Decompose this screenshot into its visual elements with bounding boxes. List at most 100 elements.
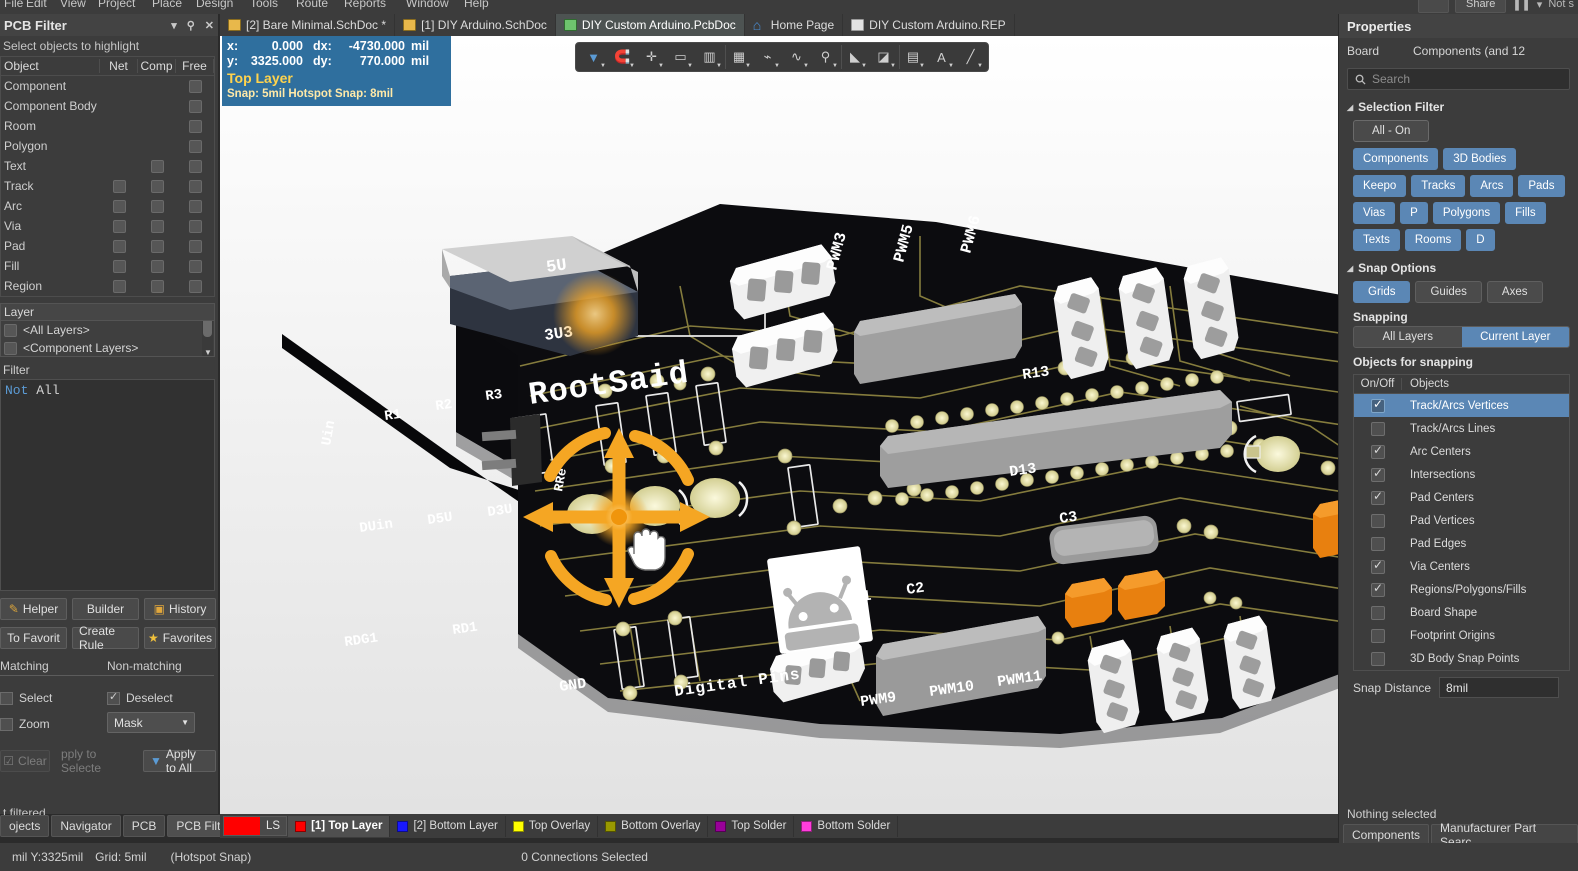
filter-free-cell[interactable] — [176, 220, 214, 233]
free-checkbox[interactable] — [189, 260, 202, 273]
layer-checkbox-all[interactable] — [4, 324, 17, 337]
scrollbar-thumb[interactable] — [203, 321, 212, 337]
snap-object-checkbox[interactable] — [1371, 560, 1385, 574]
filter-net-cell[interactable] — [100, 280, 138, 293]
free-checkbox[interactable] — [189, 180, 202, 193]
column-net[interactable]: Net — [100, 59, 138, 73]
selection-filter-pill[interactable]: Tracks — [1411, 175, 1465, 197]
selection-filter-section-header[interactable]: ◢ Selection Filter — [1339, 100, 1578, 114]
snap-object-checkbox[interactable] — [1371, 468, 1385, 482]
selection-filter-pill[interactable]: Fills — [1505, 202, 1545, 224]
free-checkbox[interactable] — [189, 100, 202, 113]
text-icon[interactable]: A▼ — [928, 45, 955, 69]
snap-object-toggle-cell[interactable] — [1354, 560, 1402, 574]
comp-checkbox[interactable] — [151, 200, 164, 213]
pin-icon[interactable]: ⚲ — [187, 19, 195, 32]
net-checkbox[interactable] — [113, 240, 126, 253]
filter-free-cell[interactable] — [176, 280, 214, 293]
pcb-3d-canvas[interactable]: 5U 3U3 PWM3 PWM5 PWM6 R13 D13 C3 RootSai… — [220, 36, 1338, 814]
filter-comp-cell[interactable] — [138, 200, 176, 213]
snap-object-row[interactable]: Pad Vertices — [1354, 509, 1569, 532]
selection-filter-pill[interactable]: Texts — [1353, 229, 1400, 251]
magnet-icon[interactable]: 🧲▼ — [609, 45, 636, 69]
free-checkbox[interactable] — [189, 160, 202, 173]
comp-checkbox[interactable] — [151, 220, 164, 233]
layer-tab[interactable]: [1] Top Layer — [288, 816, 390, 837]
net-checkbox[interactable] — [113, 280, 126, 293]
report-icon[interactable]: ▤▼ — [899, 45, 926, 69]
filter-comp-cell[interactable] — [138, 160, 176, 173]
document-tab[interactable]: DIY Custom Arduino.REP — [843, 14, 1015, 36]
window-restore-button[interactable] — [1418, 0, 1449, 13]
filter-net-cell[interactable] — [100, 200, 138, 213]
all-on-button[interactable]: All - On — [1353, 120, 1429, 142]
filter-free-cell[interactable] — [176, 140, 214, 153]
selection-filter-pill[interactable]: 3D Bodies — [1443, 148, 1516, 170]
layer-list-scrollbar[interactable]: ▲ ▼ — [202, 321, 213, 357]
free-checkbox[interactable] — [189, 220, 202, 233]
snap-object-checkbox[interactable] — [1371, 606, 1385, 620]
document-tab[interactable]: ⌂Home Page — [745, 14, 843, 36]
favorites-button[interactable]: ★ Favorites — [144, 627, 216, 649]
snap-object-toggle-cell[interactable] — [1354, 491, 1402, 505]
menu-item-reports[interactable]: Reports — [344, 0, 386, 10]
helper-button[interactable]: ✎ Helper — [0, 598, 67, 620]
net-checkbox[interactable] — [113, 220, 126, 233]
snap-object-toggle-cell[interactable] — [1354, 537, 1402, 551]
snap-object-toggle-cell[interactable] — [1354, 652, 1402, 666]
layer-checkbox-component[interactable] — [4, 342, 17, 355]
snap-object-toggle-cell[interactable] — [1354, 606, 1402, 620]
snap-object-checkbox[interactable] — [1371, 537, 1385, 551]
polygon-icon[interactable]: ◣▼ — [841, 45, 868, 69]
comp-checkbox[interactable] — [151, 280, 164, 293]
line-icon[interactable]: ╱▼ — [957, 45, 984, 69]
filter-icon[interactable]: ▼▼ — [580, 45, 607, 69]
route-icon[interactable]: ⌁▼ — [754, 45, 781, 69]
free-checkbox[interactable] — [189, 140, 202, 153]
left-bottom-tab[interactable]: Navigator — [51, 815, 120, 837]
comp-checkbox[interactable] — [151, 180, 164, 193]
selection-filter-pill[interactable]: Arcs — [1470, 175, 1513, 197]
snap-mode-button[interactable]: Axes — [1487, 281, 1543, 303]
dimension-icon[interactable]: ◪▼ — [870, 45, 897, 69]
snap-object-row[interactable]: Pad Centers — [1354, 486, 1569, 509]
filter-free-cell[interactable] — [176, 80, 214, 93]
select-checkbox-row[interactable]: Select — [0, 686, 107, 710]
snapping-layer-option[interactable]: Current Layer — [1462, 327, 1570, 347]
snap-distance-input[interactable]: 8mil — [1439, 677, 1559, 698]
filter-free-cell[interactable] — [176, 160, 214, 173]
menu-item-window[interactable]: Window — [406, 0, 449, 10]
free-checkbox[interactable] — [189, 240, 202, 253]
crosshair-icon[interactable]: ✛▼ — [638, 45, 665, 69]
snap-object-checkbox[interactable] — [1371, 629, 1385, 643]
menu-item-tools[interactable]: Tools — [250, 0, 278, 10]
snap-object-row[interactable]: Arc Centers — [1354, 440, 1569, 463]
menu-item-project[interactable]: Project — [98, 0, 135, 10]
filter-free-cell[interactable] — [176, 120, 214, 133]
filter-net-cell[interactable] — [100, 220, 138, 233]
selection-filter-pill[interactable]: D — [1466, 229, 1494, 251]
snap-object-toggle-cell[interactable] — [1354, 468, 1402, 482]
menu-item-file[interactable]: File — [4, 0, 23, 10]
menu-item-route[interactable]: Route — [296, 0, 328, 10]
snap-object-row[interactable]: Track/Arcs Lines — [1354, 417, 1569, 440]
zoom-checkbox-row[interactable]: Zoom — [0, 712, 107, 736]
comp-checkbox[interactable] — [151, 260, 164, 273]
wave-icon[interactable]: ∿▼ — [783, 45, 810, 69]
filter-comp-cell[interactable] — [138, 260, 176, 273]
snap-object-row[interactable]: Board Shape — [1354, 601, 1569, 624]
snap-object-checkbox[interactable] — [1371, 514, 1385, 528]
share-button[interactable]: Share — [1455, 0, 1506, 13]
builder-button[interactable]: Builder — [72, 598, 139, 620]
left-bottom-tab[interactable]: ojects — [0, 815, 49, 837]
snap-object-toggle-cell[interactable] — [1354, 445, 1402, 459]
deselect-checkbox[interactable] — [107, 692, 120, 705]
filter-comp-cell[interactable] — [138, 180, 176, 193]
layer-list-item-component[interactable]: <Component Layers> — [1, 339, 214, 357]
to-favorite-button[interactable]: To Favorit — [0, 627, 67, 649]
apply-to-all-button[interactable]: ▼ Apply to All — [143, 750, 216, 772]
free-checkbox[interactable] — [189, 120, 202, 133]
menu-item-view[interactable]: View — [60, 0, 86, 10]
component-icon[interactable]: ▦▼ — [725, 45, 752, 69]
selection-filter-pill[interactable]: Rooms — [1405, 229, 1461, 251]
